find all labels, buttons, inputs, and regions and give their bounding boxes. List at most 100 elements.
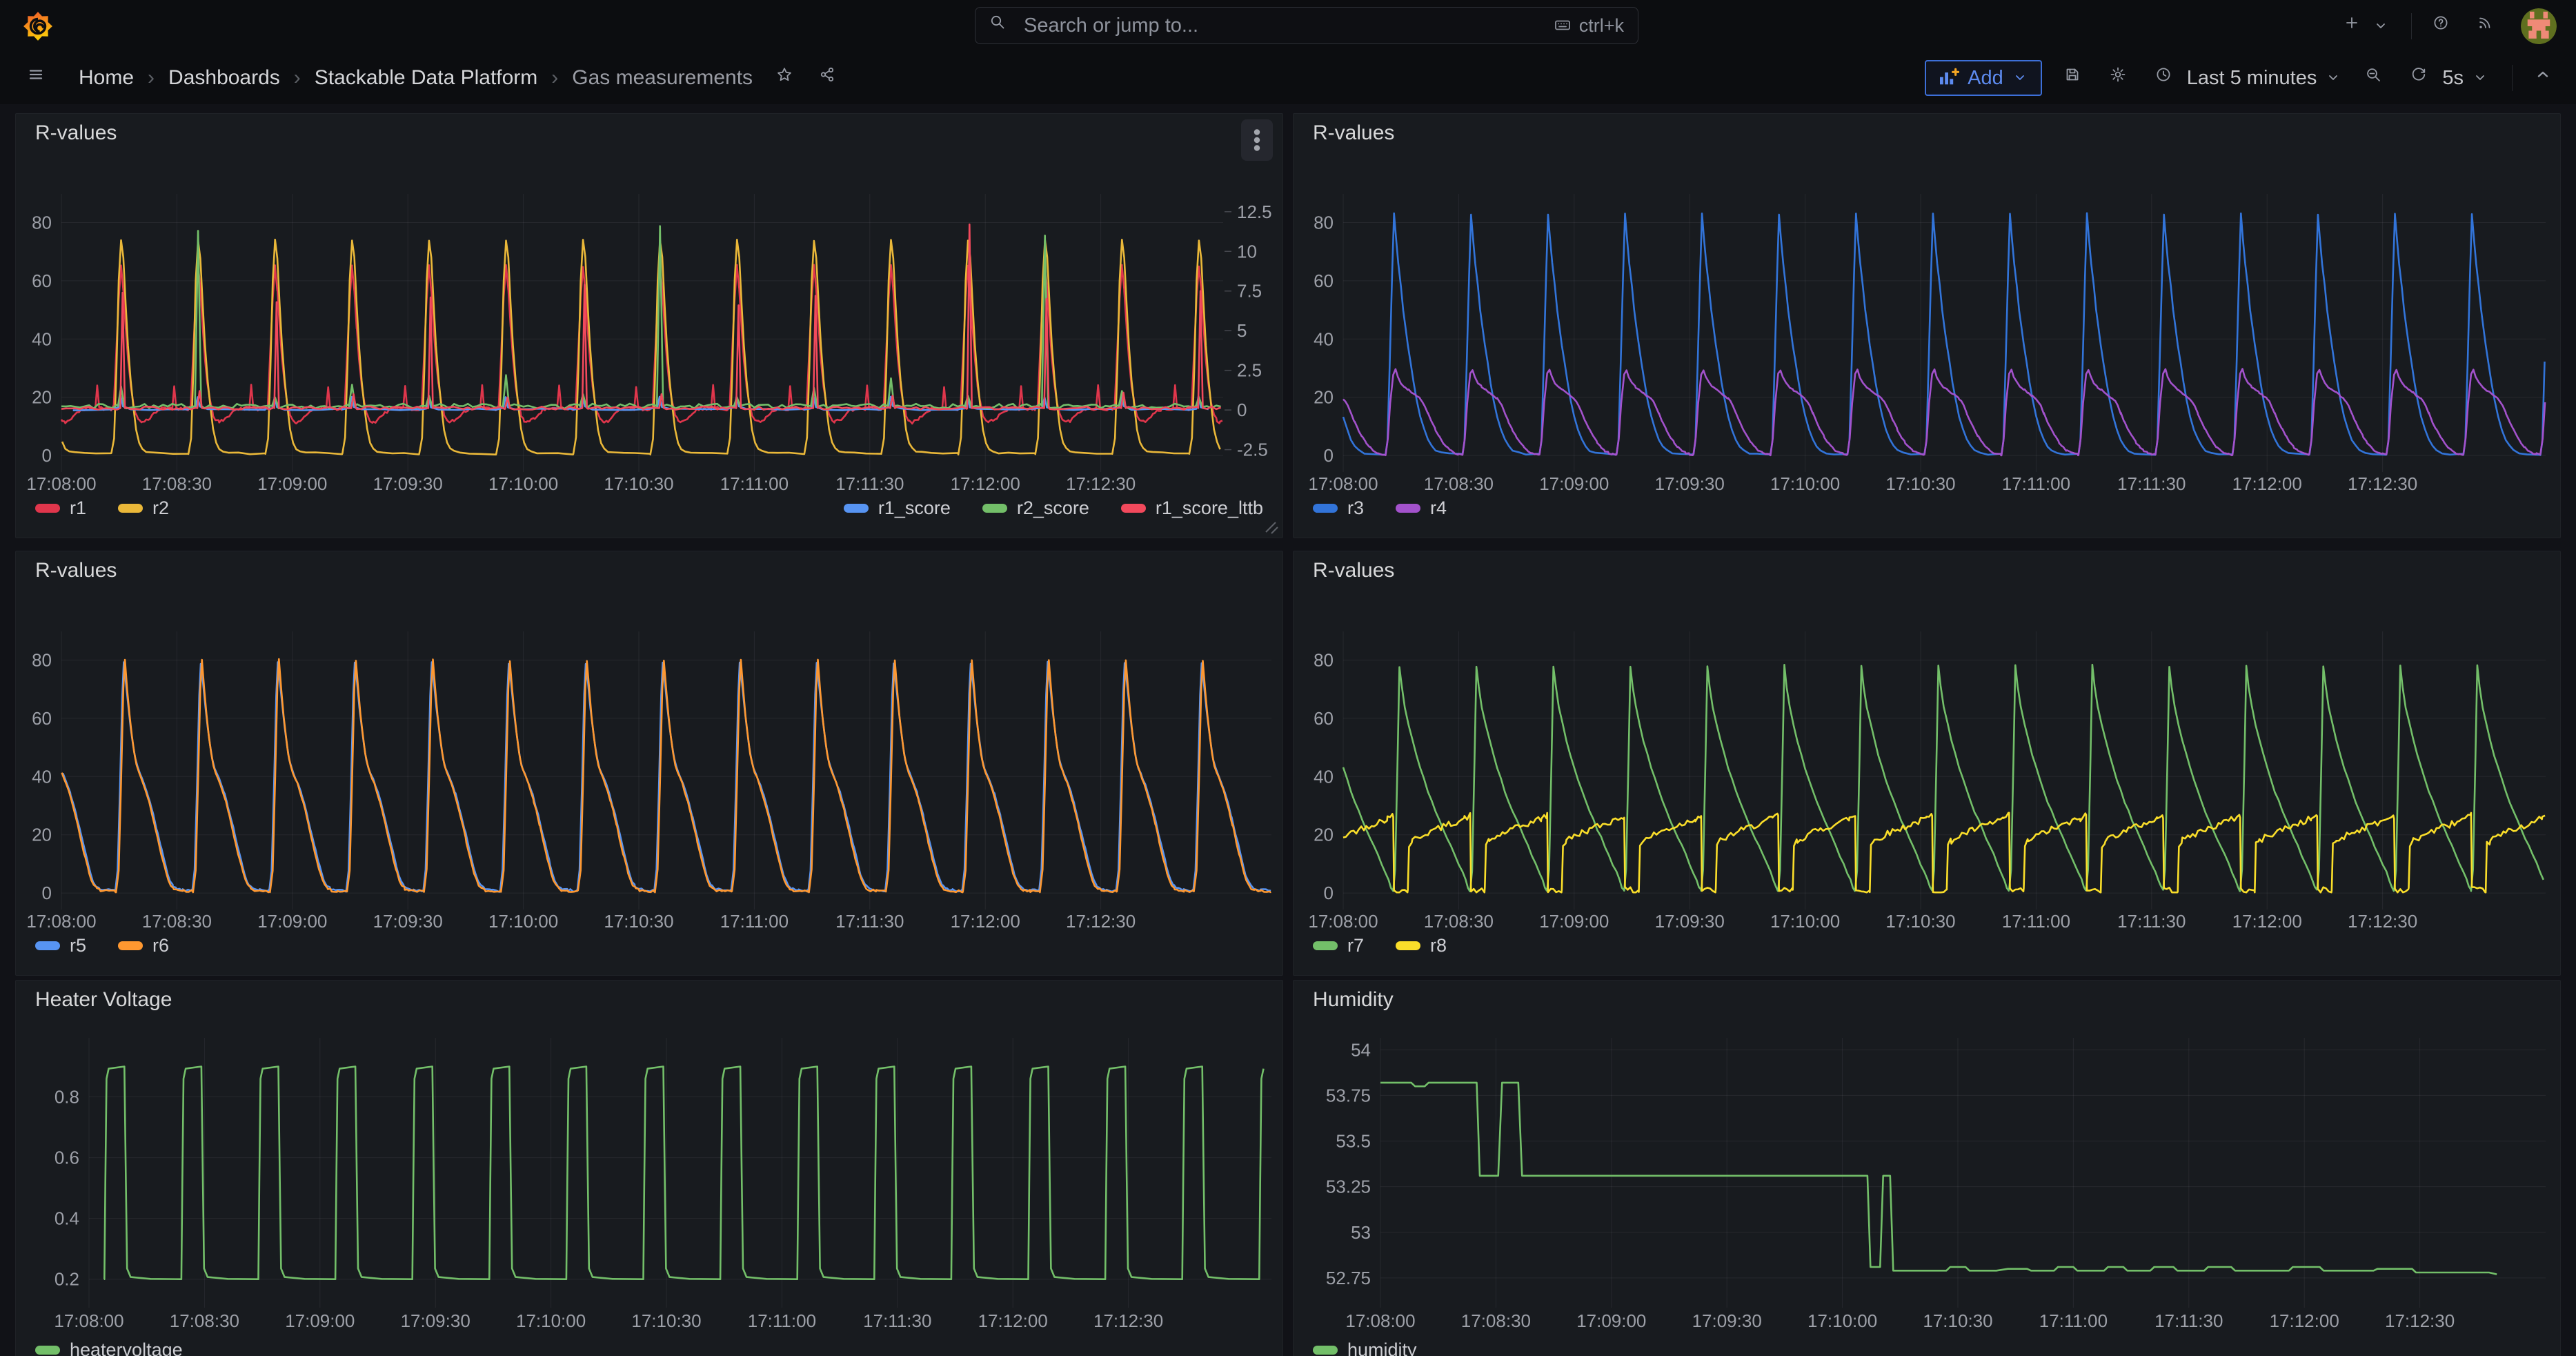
x-axis-tick-label: 17:10:30 <box>631 1310 701 1331</box>
x-axis-tick-label: 17:08:00 <box>1308 911 1378 932</box>
breadcrumb-home[interactable]: Home <box>79 66 134 90</box>
y-axis-tick-label: 80 <box>1314 213 1334 233</box>
legend-item-r8[interactable]: r8 <box>1396 935 1447 956</box>
plus-icon <box>2344 14 2367 38</box>
dashboard-settings-button[interactable] <box>2110 66 2133 90</box>
legend-item-r1_score[interactable]: r1_score <box>844 498 951 519</box>
favorite-star-button[interactable] <box>776 66 800 90</box>
y-axis-tick-label: 52.75 <box>1326 1268 1371 1288</box>
legend-item-r7[interactable]: r7 <box>1313 935 1364 956</box>
question-circle-icon <box>2433 14 2456 38</box>
x-axis-tick-label: 17:11:00 <box>720 473 789 494</box>
x-axis-tick-label: 17:11:30 <box>835 911 904 932</box>
x-axis-tick-label: 17:12:00 <box>2270 1310 2339 1331</box>
legend-color-pill <box>35 941 60 950</box>
breadcrumb-dashboards[interactable]: Dashboards <box>168 66 280 90</box>
legend-color-pill <box>844 504 869 513</box>
save-dashboard-button[interactable] <box>2064 66 2088 90</box>
add-panel-button[interactable]: Add <box>1925 60 2042 96</box>
news-button[interactable] <box>2477 14 2500 38</box>
y-axis-tick-label: 20 <box>1314 825 1334 845</box>
mega-menu-button[interactable] <box>28 66 51 90</box>
right-y-axis-tick-label: 2.5 <box>1237 360 1262 381</box>
y-axis-tick-label: 60 <box>1314 708 1334 729</box>
x-axis-tick-label: 17:10:00 <box>1807 1310 1877 1331</box>
collapse-toolbar-button[interactable] <box>2535 66 2558 90</box>
y-axis-tick-label: 40 <box>1314 328 1334 349</box>
user-avatar[interactable] <box>2521 8 2557 44</box>
legend-item-r1_score_lttb[interactable]: r1_score_lttb <box>1121 498 1263 519</box>
breadcrumb-current[interactable]: Gas measurements <box>572 66 753 90</box>
legend-color-pill <box>35 504 60 513</box>
x-axis-tick-label: 17:12:00 <box>978 1310 1048 1331</box>
new-button[interactable] <box>2344 14 2390 38</box>
right-y-axis-tick-label: -2.5 <box>1237 440 1268 460</box>
x-axis-tick-label: 17:09:30 <box>401 1310 470 1331</box>
grafana-logo[interactable] <box>22 10 54 42</box>
x-axis-tick-label: 17:08:00 <box>1308 473 1378 494</box>
legend-item-r5[interactable]: r5 <box>35 935 86 956</box>
right-y-axis-tick-label: 0 <box>1237 400 1247 420</box>
x-axis-tick-label: 17:11:30 <box>2117 911 2186 932</box>
x-axis-tick-label: 17:08:00 <box>26 473 96 494</box>
dashboard-panel: R-values02040608017:08:0017:08:3017:09:0… <box>1293 113 2561 538</box>
help-button[interactable] <box>2433 14 2456 38</box>
chevron-up-icon <box>2535 66 2558 90</box>
search-input[interactable]: Search or jump to... ctrl+k <box>975 7 1638 44</box>
share-button[interactable] <box>819 66 842 90</box>
x-axis-tick-label: 17:09:30 <box>373 911 443 932</box>
chevron-down-icon <box>2325 69 2343 87</box>
panel-legend: r1 r2 r1_score r2_score r1_score_lttb <box>35 498 1263 519</box>
top-nav-bar: Search or jump to... ctrl+k <box>0 0 2576 52</box>
search-icon <box>989 14 1013 37</box>
series-line-heatervoltage <box>104 1067 1264 1279</box>
time-range-picker[interactable]: Last 5 minutes <box>2155 66 2344 90</box>
legend-item-r1[interactable]: r1 <box>35 498 86 519</box>
x-axis-tick-label: 17:11:30 <box>863 1310 931 1331</box>
y-axis-tick-label: 20 <box>1314 387 1334 408</box>
legend-item-r2[interactable]: r2 <box>118 498 169 519</box>
zoom-out-button[interactable] <box>2365 66 2388 90</box>
legend-color-pill <box>982 504 1007 513</box>
x-axis-tick-label: 17:11:00 <box>2002 473 2070 494</box>
series-line-humidity <box>1380 1083 2497 1275</box>
legend-item-r2_score[interactable]: r2_score <box>982 498 1089 519</box>
x-axis-tick-label: 17:11:00 <box>2039 1310 2108 1331</box>
panel-resize-handle[interactable] <box>1266 522 1278 533</box>
breadcrumb-folder[interactable]: Stackable Data Platform <box>315 66 537 90</box>
x-axis-tick-label: 17:10:00 <box>1770 473 1840 494</box>
refresh-picker[interactable]: 5s <box>2410 66 2490 90</box>
legend-color-pill <box>1313 504 1338 513</box>
y-axis-tick-label: 0 <box>1324 883 1334 903</box>
series-line-r4 <box>1343 369 2545 456</box>
star-icon <box>776 66 800 90</box>
legend-item-humidity[interactable]: humidity <box>1313 1339 1417 1356</box>
refresh-icon <box>2410 66 2434 90</box>
x-axis-tick-label: 17:09:30 <box>1655 473 1725 494</box>
chevron-down-icon <box>2372 17 2390 35</box>
right-y-axis-tick-label: 7.5 <box>1237 281 1262 302</box>
x-axis-tick-label: 17:10:00 <box>488 473 558 494</box>
y-axis-tick-label: 53.25 <box>1326 1177 1371 1197</box>
y-axis-tick-label: 40 <box>32 328 52 349</box>
panel-legend: r7 r8 <box>1313 935 2541 956</box>
right-y-axis-tick-label: 12.5 <box>1237 202 1272 222</box>
y-axis-tick-label: 0.2 <box>55 1269 79 1290</box>
dashboard-panel: Heater Voltage0.20.40.60.817:08:0017:08:… <box>15 980 1283 1356</box>
clock-icon <box>2155 66 2179 90</box>
y-axis-tick-label: 0.4 <box>55 1208 79 1229</box>
legend-item-r4[interactable]: r4 <box>1396 498 1447 519</box>
x-axis-tick-label: 17:09:00 <box>1539 911 1609 932</box>
time-series-plot: 52.755353.2553.553.755417:08:0017:08:301… <box>1294 981 2562 1356</box>
panel-legend: r3 r4 <box>1313 498 2541 519</box>
legend-item-r6[interactable]: r6 <box>118 935 169 956</box>
chevron-down-icon <box>2012 69 2030 87</box>
legend-item-r3[interactable]: r3 <box>1313 498 1364 519</box>
series-line-r3 <box>1343 213 2545 455</box>
divider <box>2512 65 2513 91</box>
y-axis-tick-label: 0 <box>42 883 52 903</box>
legend-item-heatervoltage[interactable]: heatervoltage <box>35 1339 183 1356</box>
time-series-plot: 0.20.40.60.817:08:0017:08:3017:09:0017:0… <box>16 981 1284 1356</box>
legend-color-pill <box>118 941 143 950</box>
y-axis-tick-label: 80 <box>32 650 52 671</box>
